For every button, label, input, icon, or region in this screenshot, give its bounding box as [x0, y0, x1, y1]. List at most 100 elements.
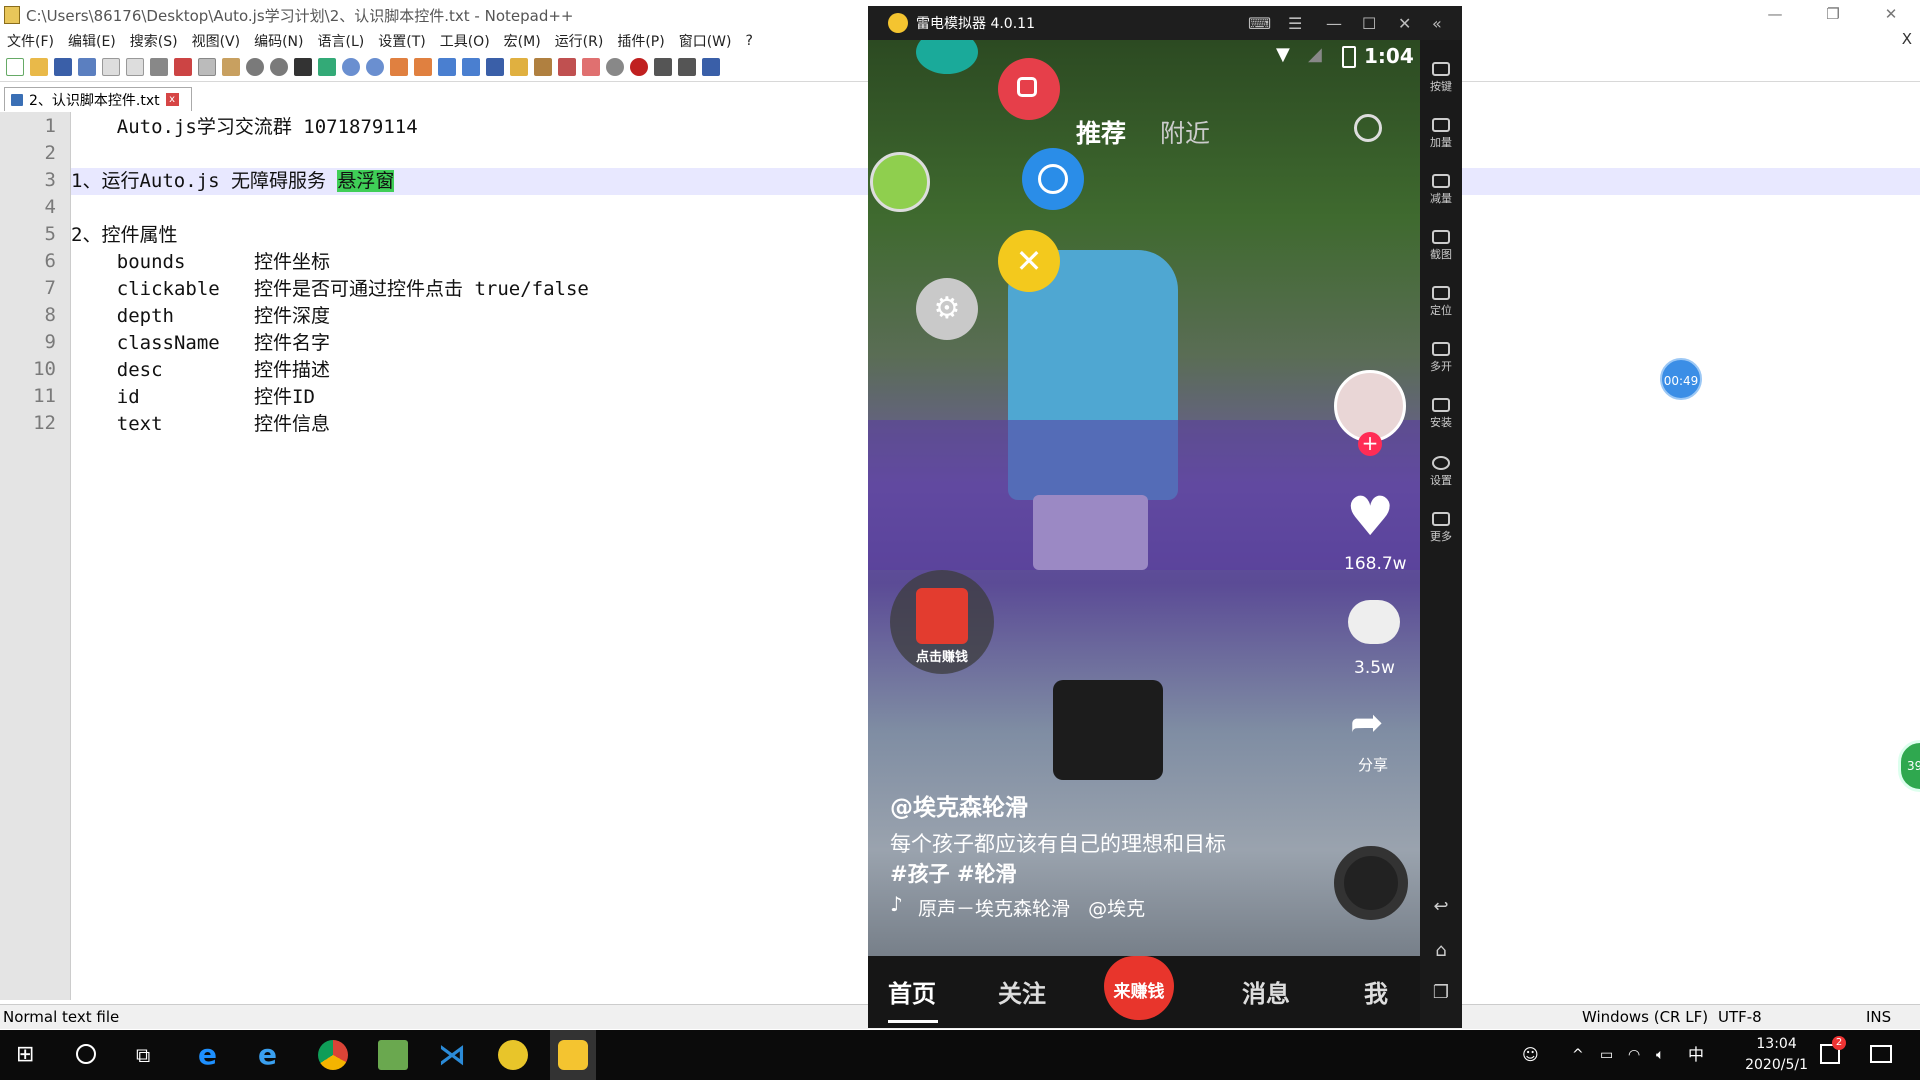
close-document-icon[interactable]: X — [1902, 30, 1912, 48]
menu-edit[interactable]: 编辑(E) — [61, 31, 123, 51]
paste-icon[interactable] — [222, 57, 240, 76]
menu-language[interactable]: 语言(L) — [311, 31, 372, 51]
android-bubble[interactable] — [870, 152, 930, 212]
vscode-icon[interactable]: ⋊ — [438, 1040, 468, 1070]
menu-search[interactable]: 搜索(S) — [123, 31, 185, 51]
close-icon[interactable]: ✕ — [1398, 14, 1411, 33]
folder-workspace-icon[interactable] — [582, 57, 600, 76]
close-bubble[interactable]: ✕ — [998, 230, 1060, 292]
search-icon[interactable] — [1354, 114, 1382, 142]
save-icon[interactable] — [54, 57, 72, 76]
minimize-button[interactable]: — — [1746, 0, 1804, 30]
word-wrap-icon[interactable] — [438, 57, 456, 76]
volume-icon[interactable]: 🔈︎ — [1656, 1040, 1686, 1070]
tab-recommend[interactable]: 推荐 — [1076, 114, 1126, 150]
stop-macro-icon[interactable] — [654, 57, 672, 76]
doc-map-icon[interactable] — [534, 57, 552, 76]
undo-icon[interactable] — [246, 57, 264, 76]
task-view-icon[interactable]: ⧉ — [136, 1040, 166, 1070]
menu-run[interactable]: 运行(R) — [548, 31, 611, 51]
tab-nearby[interactable]: 附近 — [1160, 114, 1210, 150]
record-bubble[interactable] — [998, 58, 1060, 120]
minimize-icon[interactable]: — — [1326, 14, 1342, 33]
copy-icon[interactable] — [198, 57, 216, 76]
follow-plus-icon[interactable]: + — [1358, 432, 1382, 456]
layout-inspect-bubble[interactable] — [1022, 148, 1084, 210]
like-heart-icon[interactable]: ♥ — [1346, 490, 1394, 544]
network-icon[interactable]: ◠ — [1628, 1040, 1658, 1070]
sidebar-more[interactable]: 更多 — [1420, 512, 1462, 544]
print-icon[interactable] — [150, 57, 168, 76]
run-macro-multiple-icon[interactable] — [702, 57, 720, 76]
menu-settings[interactable]: 设置(T) — [371, 31, 432, 51]
status-eol[interactable]: Windows (CR LF) — [1582, 1008, 1708, 1026]
close-all-icon[interactable] — [126, 57, 144, 76]
music-disc[interactable] — [1334, 846, 1408, 920]
redo-icon[interactable] — [270, 57, 288, 76]
menu-macro[interactable]: 宏(M) — [497, 31, 548, 51]
ldplayer-icon[interactable] — [558, 1040, 588, 1070]
sidebar-location[interactable]: 定位 — [1420, 286, 1462, 318]
battery-tray-icon[interactable]: ▭ — [1600, 1040, 1630, 1070]
ime-indicator[interactable]: 中 — [1688, 1040, 1718, 1070]
new-file-icon[interactable] — [6, 57, 24, 76]
sync-vertical-icon[interactable] — [390, 57, 408, 76]
tab-document[interactable]: 2、认识脚本控件.txt x — [4, 87, 192, 111]
close-file-icon[interactable] — [102, 57, 120, 76]
menu-plugins[interactable]: 插件(P) — [610, 31, 671, 51]
maximize-icon[interactable]: ☐ — [1362, 14, 1376, 33]
notepad-plus-plus-icon[interactable] — [378, 1040, 408, 1070]
video-hashtags[interactable]: #孩子 #轮滑 — [890, 858, 1017, 888]
open-file-icon[interactable] — [30, 57, 48, 76]
tab-close-icon[interactable]: x — [165, 93, 179, 106]
people-icon[interactable]: ☺ — [1522, 1040, 1552, 1070]
save-all-icon[interactable] — [78, 57, 96, 76]
nav-me[interactable]: 我 — [1364, 974, 1388, 1009]
language-icon[interactable] — [510, 57, 528, 76]
close-button[interactable]: ✕ — [1862, 0, 1920, 30]
phone-screen[interactable]: ▼ ◢ 1:04 ✕ ⚙ 推荐 附近 + ♥ 168.7w 3.5w ➦ 分享 … — [868, 40, 1420, 1028]
nav-messages[interactable]: 消息 — [1242, 974, 1290, 1009]
nav-home[interactable]: 首页 — [888, 974, 936, 1009]
replace-icon[interactable] — [318, 57, 336, 76]
earn-money-float[interactable]: 点击赚钱 — [890, 570, 994, 674]
menu-window[interactable]: 窗口(W) — [672, 31, 739, 51]
ldplayer-multi-icon[interactable] — [498, 1040, 528, 1070]
android-recents-icon[interactable]: ❐ — [1420, 982, 1462, 1003]
gamepad-icon[interactable]: ⌨ — [1248, 14, 1271, 33]
find-icon[interactable] — [294, 57, 312, 76]
tray-expand-icon[interactable]: ^ — [1572, 1040, 1602, 1070]
sidebar-settings[interactable]: 设置 — [1420, 456, 1462, 488]
android-home-icon[interactable]: ⌂ — [1420, 940, 1462, 961]
sync-horizontal-icon[interactable] — [414, 57, 432, 76]
menu-view[interactable]: 视图(V) — [185, 31, 248, 51]
settings-bubble[interactable]: ⚙ — [916, 278, 978, 340]
show-all-chars-icon[interactable] — [462, 57, 480, 76]
menu-icon[interactable]: ☰ — [1288, 14, 1302, 33]
author-handle[interactable]: @埃克森轮滑 — [890, 788, 1028, 822]
search-circle-icon[interactable] — [76, 1044, 96, 1064]
sidebar-volume-down[interactable]: 减量 — [1420, 174, 1462, 206]
sidebar-screenshot[interactable]: 截图 — [1420, 230, 1462, 262]
menu-file[interactable]: 文件(F) — [0, 31, 61, 51]
autojs-list-bubble[interactable] — [916, 40, 978, 74]
nav-earn[interactable]: 来赚钱 — [1104, 956, 1174, 1020]
zoom-in-icon[interactable] — [342, 57, 360, 76]
play-macro-icon[interactable] — [678, 57, 696, 76]
sidebar-multi-instance[interactable]: 多开 — [1420, 342, 1462, 374]
nav-follow[interactable]: 关注 — [998, 974, 1046, 1009]
comment-icon[interactable] — [1348, 600, 1400, 644]
internet-explorer-icon[interactable]: e — [258, 1040, 288, 1070]
collapse-sidebar-icon[interactable]: « — [1432, 14, 1442, 33]
cut-icon[interactable] — [174, 57, 192, 76]
status-encoding[interactable]: UTF-8 — [1718, 1008, 1762, 1026]
share-icon[interactable]: ➦ — [1350, 700, 1384, 746]
indent-guide-icon[interactable] — [486, 57, 504, 76]
record-macro-icon[interactable] — [630, 57, 648, 76]
function-list-icon[interactable] — [558, 57, 576, 76]
sidebar-volume-up[interactable]: 加量 — [1420, 118, 1462, 150]
clock[interactable]: 13:04 2020/5/1 — [1745, 1034, 1808, 1076]
zoom-out-icon[interactable] — [366, 57, 384, 76]
status-insert-mode[interactable]: INS — [1866, 1008, 1891, 1026]
menu-help[interactable]: ? — [739, 33, 760, 49]
